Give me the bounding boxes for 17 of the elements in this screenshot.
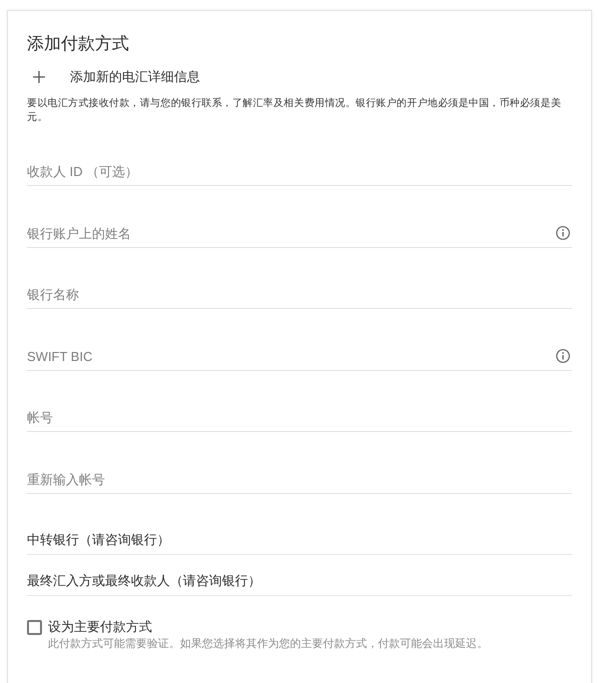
input-field[interactable]: 银行账户上的姓名 <box>27 220 572 248</box>
checkbox-note: 此付款方式可能需要验证。如果您选择将其作为您的主要付款方式，付款可能会出现延迟。 <box>48 636 488 650</box>
input-field[interactable]: 帐号 <box>27 404 572 432</box>
section-header[interactable]: 最终汇入方或最终收款人（请咨询银行） <box>27 568 572 596</box>
checkbox[interactable] <box>27 620 42 634</box>
input-field[interactable]: 银行名称 <box>27 281 572 309</box>
add-wire-details-button[interactable]: 添加新的电汇详细信息 <box>27 67 200 87</box>
section-header[interactable]: 中转银行（请咨询银行） <box>27 526 572 554</box>
input-field[interactable]: SWIFT BIC <box>27 342 572 370</box>
info-icon[interactable] <box>556 348 570 362</box>
form-title: 添加付款方式 <box>27 33 129 55</box>
notice-text: 要以电汇方式接收付款，请与您的银行联系，了解汇率及相关费用情况。银行账户的开户地必须是中国，币种必须是美元。 <box>27 97 562 125</box>
input-field[interactable]: 重新输入帐号 <box>27 466 572 494</box>
info-icon[interactable] <box>556 226 570 240</box>
checkbox-label[interactable]: 设为主要付款方式 <box>48 618 152 634</box>
plus-icon <box>33 71 45 83</box>
input-field[interactable]: 收款人 ID （可选） <box>27 158 572 186</box>
